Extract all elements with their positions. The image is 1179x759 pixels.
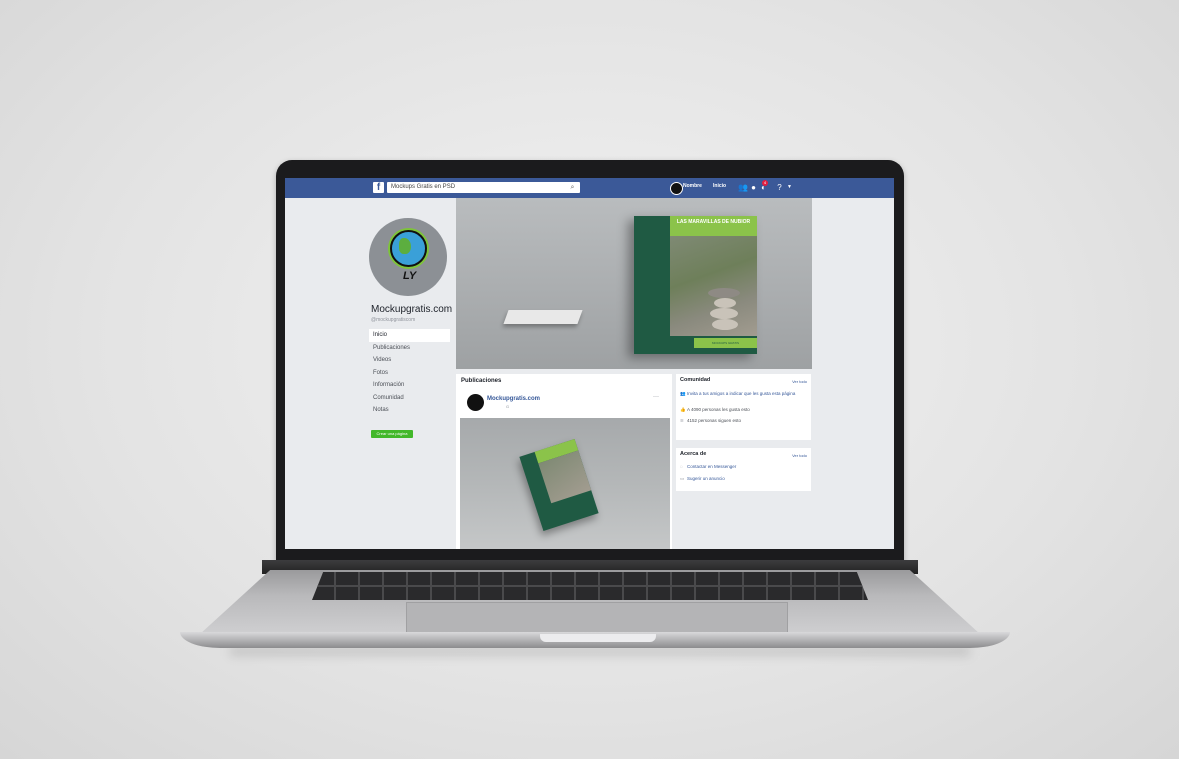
community-see-all-link[interactable]: Ver todo (792, 379, 807, 384)
globe-logo-icon (390, 230, 427, 267)
invite-icon: 👥 (680, 391, 686, 396)
cover-photo[interactable]: LAS MARAVILLAS DE NUBIOR MOCKUPS GRATIS (456, 198, 812, 369)
post-image[interactable] (460, 418, 670, 549)
community-title: Comunidad (680, 377, 711, 383)
search-input[interactable]: Mockups Gratis en PSD (387, 182, 580, 193)
community-followers-text: 4152 personas siguen esto (687, 418, 742, 423)
book-title: LAS MARAVILLAS DE NUBIOR (670, 216, 757, 236)
keyboard (312, 572, 868, 600)
facebook-logo-icon[interactable]: f (373, 182, 384, 193)
book-mockup-image: LAS MARAVILLAS DE NUBIOR MOCKUPS GRATIS (634, 216, 757, 354)
messenger-icon: ◌ (680, 464, 683, 469)
chevron-down-icon[interactable]: ▼ (785, 183, 794, 192)
post-meta: G (506, 404, 510, 409)
about-see-all-link[interactable]: Ver todo (792, 453, 807, 458)
post-book-mockup (519, 438, 599, 532)
sidebar-item-videos[interactable]: Videos (369, 354, 450, 367)
messenger-icon[interactable]: ● (749, 183, 758, 192)
trackpad (406, 602, 788, 636)
community-likes-row: 👍A 4090 personas les gusta esto (680, 407, 805, 413)
search-icon[interactable]: ⌕ (565, 182, 580, 193)
page-handle: @mockupgratiscom (371, 317, 416, 323)
posts-section-title: Publicaciones (461, 378, 502, 384)
help-icon[interactable]: ? (775, 183, 784, 192)
community-followers-row: ≋ 4152 personas siguen esto (680, 418, 805, 424)
magazine-image (503, 310, 583, 324)
community-invite-text: Invita a tus amigos a indicar que les gu… (687, 391, 796, 396)
sidebar-item-inicio[interactable]: Inicio (369, 329, 450, 342)
community-invite-row[interactable]: 👥Invita a tus amigos a indicar que les g… (680, 391, 805, 397)
post-author-name[interactable]: Mockupgratis.com (487, 396, 540, 402)
sidebar-item-notas[interactable]: Notas (369, 404, 450, 417)
about-title: Acerca de (680, 451, 707, 457)
suggest-icon: ▭ (680, 476, 685, 481)
contact-messenger-text: Contactar en Messenger (687, 464, 737, 469)
home-link[interactable]: Inicio (713, 183, 726, 189)
like-icon: 👍 (680, 407, 686, 412)
sidebar-item-publicaciones[interactable]: Publicaciones (369, 342, 450, 355)
follow-icon: ≋ (680, 418, 684, 423)
friends-icon[interactable]: 👥 (738, 183, 748, 192)
book-footer: MOCKUPS GRATIS (694, 338, 757, 348)
post-options-icon[interactable]: ··· (653, 394, 659, 400)
contact-messenger-row[interactable]: ◌ Contactar en Messenger (680, 464, 805, 470)
suggest-ad-text: Sugerir un anuncio (687, 476, 725, 481)
laptop-screen: f Mockups Gratis en PSD ⌕ Nombre Inicio … (285, 178, 894, 549)
notifications-badge: 4 (762, 180, 768, 186)
page-sidebar-nav: Inicio Publicaciones Videos Fotos Inform… (369, 329, 450, 417)
laptop-notch (540, 634, 656, 642)
suggest-ad-row[interactable]: ▭ Sugerir un anuncio (680, 476, 805, 482)
sidebar-item-comunidad[interactable]: Comunidad (369, 392, 450, 405)
user-avatar[interactable] (670, 182, 683, 195)
facebook-topbar: f Mockups Gratis en PSD ⌕ Nombre Inicio … (285, 178, 894, 198)
page-name[interactable]: Mockupgratis.com (371, 304, 452, 315)
profile-picture[interactable]: LY (369, 218, 447, 296)
posts-section: Publicaciones Mockupgratis.com G ··· (456, 374, 672, 549)
logo-text: LY (403, 270, 417, 282)
post-author-avatar[interactable] (467, 394, 484, 411)
profile-link[interactable]: Nombre (683, 183, 702, 189)
sidebar-item-fotos[interactable]: Fotos (369, 367, 450, 380)
community-likes-text: A 4090 personas les gusta esto (687, 407, 750, 412)
stacked-stones-image (704, 286, 744, 332)
create-page-button[interactable]: Crear una página (371, 430, 413, 438)
sidebar-item-informacion[interactable]: Información (369, 379, 450, 392)
community-card: Comunidad Ver todo 👥Invita a tus amigos … (676, 374, 811, 440)
about-card: Acerca de Ver todo ◌ Contactar en Messeng… (676, 448, 811, 491)
